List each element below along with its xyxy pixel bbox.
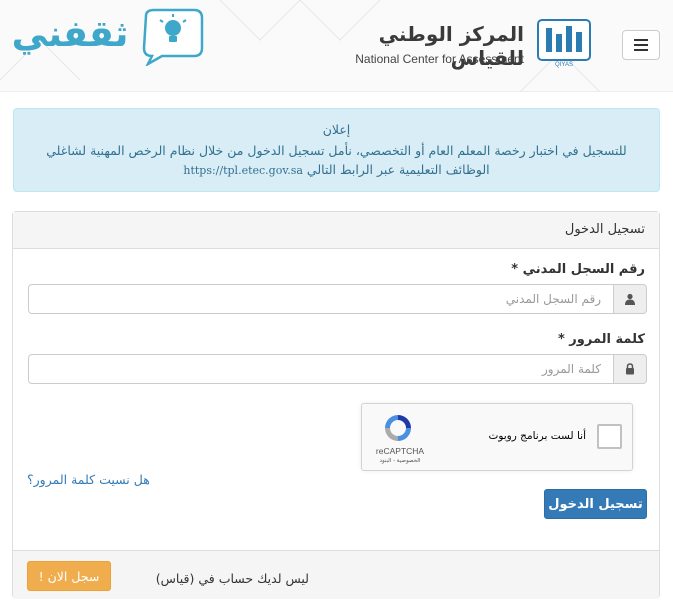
register-button[interactable]: سجل الان ! [27, 561, 111, 591]
login-button[interactable]: تسجيل الدخول [544, 489, 647, 519]
alert-text-line1: للتسجيل في اختبار رخصة المعلم العام أو ا… [46, 143, 627, 158]
lock-icon [626, 363, 634, 375]
qiyas-logo: QIYAS [537, 19, 591, 68]
recaptcha-brand: reCAPTCHA [375, 446, 425, 456]
site-header: QIYAS المركز الوطني للقياس National Cent… [0, 0, 673, 92]
lock-icon-addon [613, 354, 647, 384]
recaptcha-checkbox[interactable] [597, 424, 622, 449]
site-logo-text: ثقفني [11, 14, 129, 55]
lightbulb-bubble-icon [142, 8, 204, 66]
user-icon [625, 293, 635, 305]
no-account-text: ليس لديك حساب في (قياس) [155, 571, 309, 586]
password-input-group [28, 354, 647, 384]
recaptcha-icon [385, 415, 411, 441]
hamburger-icon [634, 39, 648, 41]
recaptcha-label: أنا لست برنامج روبوت [488, 430, 586, 442]
recaptcha-terms-link[interactable]: الخصوصية - البنود [370, 458, 430, 464]
id-input-group [28, 284, 647, 314]
menu-toggle-button[interactable] [622, 30, 660, 60]
brand-english: National Center for Assessment [355, 52, 524, 66]
alert-link[interactable]: https://tpl.etec.gov.sa [183, 164, 303, 177]
panel-title: تسجيل الدخول [564, 222, 645, 237]
login-panel: تسجيل الدخول رقم السجل المدني * كلمة الم… [12, 211, 660, 599]
recaptcha-widget: أنا لست برنامج روبوت reCAPTCHA الخصوصية … [361, 403, 633, 471]
announcement-alert: إعلان للتسجيل في اختبار رخصة المعلم العا… [13, 108, 660, 192]
user-icon-addon [613, 284, 647, 314]
svg-text:QIYAS: QIYAS [555, 62, 573, 68]
password-label: كلمة المرور * [557, 332, 645, 347]
id-label: رقم السجل المدني * [511, 262, 645, 277]
alert-text-line2-label: الوظائف التعليمية عبر الرابط التالي [306, 162, 490, 177]
id-number-input[interactable] [28, 284, 614, 314]
panel-heading: تسجيل الدخول [13, 212, 659, 249]
panel-footer: ليس لديك حساب في (قياس) سجل الان ! [13, 550, 659, 599]
password-input[interactable] [28, 354, 614, 384]
alert-title: إعلان [322, 122, 351, 137]
forgot-password-link[interactable]: هل نسيت كلمة المرور؟ [27, 472, 150, 487]
alert-text-line2: الوظائف التعليمية عبر الرابط التالي http… [14, 162, 659, 177]
